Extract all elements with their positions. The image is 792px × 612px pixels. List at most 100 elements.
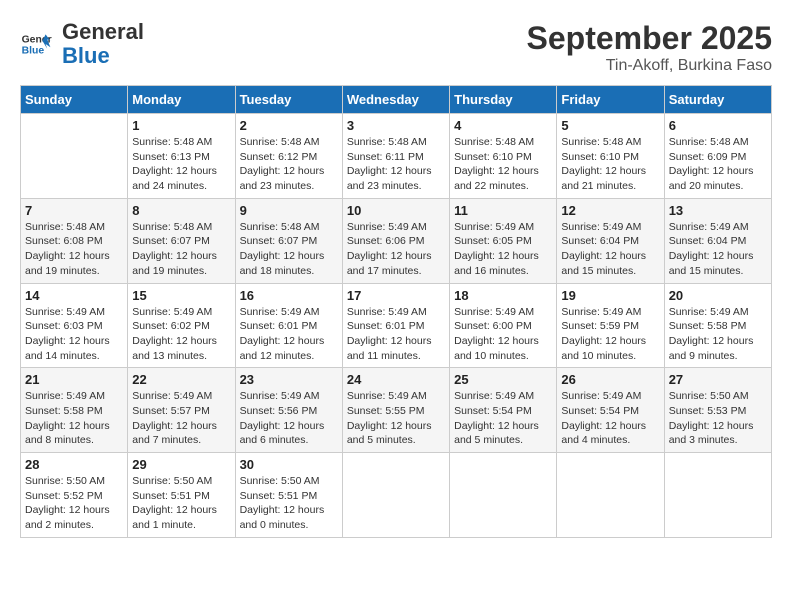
day-info: Sunrise: 5:49 AM Sunset: 6:01 PM Dayligh… <box>240 305 338 364</box>
calendar-cell: 28 Sunrise: 5:50 AM Sunset: 5:52 PM Dayli… <box>21 453 128 538</box>
calendar-cell <box>450 453 557 538</box>
day-info: Sunrise: 5:48 AM Sunset: 6:11 PM Dayligh… <box>347 135 445 194</box>
day-info: Sunrise: 5:49 AM Sunset: 5:58 PM Dayligh… <box>25 389 123 448</box>
day-number: 29 <box>132 457 230 472</box>
logo-text-blue: Blue <box>62 44 144 68</box>
day-info: Sunrise: 5:49 AM Sunset: 6:06 PM Dayligh… <box>347 220 445 279</box>
day-info: Sunrise: 5:49 AM Sunset: 6:02 PM Dayligh… <box>132 305 230 364</box>
day-of-week-header: Wednesday <box>342 86 449 114</box>
day-number: 20 <box>669 288 767 303</box>
location-title: Tin-Akoff, Burkina Faso <box>527 57 772 75</box>
calendar-cell: 18 Sunrise: 5:49 AM Sunset: 6:00 PM Dayli… <box>450 283 557 368</box>
calendar-header-row: SundayMondayTuesdayWednesdayThursdayFrid… <box>21 86 772 114</box>
day-number: 14 <box>25 288 123 303</box>
day-info: Sunrise: 5:48 AM Sunset: 6:10 PM Dayligh… <box>454 135 552 194</box>
calendar-cell: 29 Sunrise: 5:50 AM Sunset: 5:51 PM Dayli… <box>128 453 235 538</box>
day-info: Sunrise: 5:49 AM Sunset: 5:55 PM Dayligh… <box>347 389 445 448</box>
day-number: 16 <box>240 288 338 303</box>
day-of-week-header: Sunday <box>21 86 128 114</box>
day-number: 24 <box>347 372 445 387</box>
day-info: Sunrise: 5:49 AM Sunset: 6:05 PM Dayligh… <box>454 220 552 279</box>
day-number: 10 <box>347 203 445 218</box>
day-number: 27 <box>669 372 767 387</box>
day-number: 21 <box>25 372 123 387</box>
calendar-cell: 2Sunrise: 5:48 AM Sunset: 6:12 PM Daylig… <box>235 114 342 199</box>
day-number: 25 <box>454 372 552 387</box>
calendar-cell: 25 Sunrise: 5:49 AM Sunset: 5:54 PM Dayli… <box>450 368 557 453</box>
day-number: 15 <box>132 288 230 303</box>
day-of-week-header: Friday <box>557 86 664 114</box>
calendar-cell: 17Sunrise: 5:49 AM Sunset: 6:01 PM Dayli… <box>342 283 449 368</box>
calendar-cell: 6 Sunrise: 5:48 AM Sunset: 6:09 PM Daylig… <box>664 114 771 199</box>
calendar-cell: 26 Sunrise: 5:49 AM Sunset: 5:54 PM Dayli… <box>557 368 664 453</box>
day-of-week-header: Tuesday <box>235 86 342 114</box>
day-info: Sunrise: 5:48 AM Sunset: 6:10 PM Dayligh… <box>561 135 659 194</box>
day-of-week-header: Thursday <box>450 86 557 114</box>
day-number: 11 <box>454 203 552 218</box>
calendar-cell <box>342 453 449 538</box>
calendar-cell: 15 Sunrise: 5:49 AM Sunset: 6:02 PM Dayli… <box>128 283 235 368</box>
calendar-cell: 1Sunrise: 5:48 AM Sunset: 6:13 PM Daylig… <box>128 114 235 199</box>
day-info: Sunrise: 5:49 AM Sunset: 6:04 PM Dayligh… <box>669 220 767 279</box>
calendar-cell: 14Sunrise: 5:49 AM Sunset: 6:03 PM Dayli… <box>21 283 128 368</box>
day-info: Sunrise: 5:50 AM Sunset: 5:52 PM Dayligh… <box>25 474 123 533</box>
calendar-cell: 8Sunrise: 5:48 AM Sunset: 6:07 PM Daylig… <box>128 198 235 283</box>
day-info: Sunrise: 5:49 AM Sunset: 5:54 PM Dayligh… <box>561 389 659 448</box>
day-number: 3 <box>347 118 445 133</box>
day-info: Sunrise: 5:49 AM Sunset: 5:58 PM Dayligh… <box>669 305 767 364</box>
logo-icon: General Blue <box>20 28 52 60</box>
day-info: Sunrise: 5:49 AM Sunset: 5:57 PM Dayligh… <box>132 389 230 448</box>
day-info: Sunrise: 5:48 AM Sunset: 6:08 PM Dayligh… <box>25 220 123 279</box>
day-number: 19 <box>561 288 659 303</box>
day-info: Sunrise: 5:48 AM Sunset: 6:07 PM Dayligh… <box>132 220 230 279</box>
title-block: September 2025 Tin-Akoff, Burkina Faso <box>527 20 772 75</box>
day-number: 26 <box>561 372 659 387</box>
day-of-week-header: Monday <box>128 86 235 114</box>
calendar-cell: 5Sunrise: 5:48 AM Sunset: 6:10 PM Daylig… <box>557 114 664 199</box>
day-info: Sunrise: 5:49 AM Sunset: 6:00 PM Dayligh… <box>454 305 552 364</box>
calendar-cell: 27 Sunrise: 5:50 AM Sunset: 5:53 PM Dayli… <box>664 368 771 453</box>
calendar-cell: 30Sunrise: 5:50 AM Sunset: 5:51 PM Dayli… <box>235 453 342 538</box>
day-info: Sunrise: 5:49 AM Sunset: 5:56 PM Dayligh… <box>240 389 338 448</box>
day-number: 17 <box>347 288 445 303</box>
calendar-cell <box>664 453 771 538</box>
calendar-week-row: 21 Sunrise: 5:49 AM Sunset: 5:58 PM Dayli… <box>21 368 772 453</box>
calendar-cell: 13 Sunrise: 5:49 AM Sunset: 6:04 PM Dayli… <box>664 198 771 283</box>
calendar-cell: 22Sunrise: 5:49 AM Sunset: 5:57 PM Dayli… <box>128 368 235 453</box>
day-number: 30 <box>240 457 338 472</box>
calendar-cell: 4 Sunrise: 5:48 AM Sunset: 6:10 PM Daylig… <box>450 114 557 199</box>
calendar-cell: 19 Sunrise: 5:49 AM Sunset: 5:59 PM Dayli… <box>557 283 664 368</box>
day-number: 13 <box>669 203 767 218</box>
day-number: 6 <box>669 118 767 133</box>
calendar-cell: 9 Sunrise: 5:48 AM Sunset: 6:07 PM Daylig… <box>235 198 342 283</box>
calendar-week-row: 1Sunrise: 5:48 AM Sunset: 6:13 PM Daylig… <box>21 114 772 199</box>
day-info: Sunrise: 5:48 AM Sunset: 6:12 PM Dayligh… <box>240 135 338 194</box>
calendar-week-row: 28 Sunrise: 5:50 AM Sunset: 5:52 PM Dayli… <box>21 453 772 538</box>
calendar-cell: 23 Sunrise: 5:49 AM Sunset: 5:56 PM Dayli… <box>235 368 342 453</box>
day-number: 1 <box>132 118 230 133</box>
day-number: 12 <box>561 203 659 218</box>
day-info: Sunrise: 5:48 AM Sunset: 6:07 PM Dayligh… <box>240 220 338 279</box>
calendar-table: SundayMondayTuesdayWednesdayThursdayFrid… <box>20 85 772 538</box>
day-of-week-header: Saturday <box>664 86 771 114</box>
day-info: Sunrise: 5:50 AM Sunset: 5:53 PM Dayligh… <box>669 389 767 448</box>
calendar-cell: 7 Sunrise: 5:48 AM Sunset: 6:08 PM Daylig… <box>21 198 128 283</box>
logo-text-general: General <box>62 20 144 44</box>
calendar-cell <box>557 453 664 538</box>
day-info: Sunrise: 5:48 AM Sunset: 6:09 PM Dayligh… <box>669 135 767 194</box>
day-info: Sunrise: 5:49 AM Sunset: 5:54 PM Dayligh… <box>454 389 552 448</box>
calendar-cell: 21 Sunrise: 5:49 AM Sunset: 5:58 PM Dayli… <box>21 368 128 453</box>
day-info: Sunrise: 5:50 AM Sunset: 5:51 PM Dayligh… <box>132 474 230 533</box>
day-number: 28 <box>25 457 123 472</box>
day-number: 18 <box>454 288 552 303</box>
page-header: General Blue General Blue September 2025… <box>20 20 772 75</box>
calendar-cell: 24 Sunrise: 5:49 AM Sunset: 5:55 PM Dayli… <box>342 368 449 453</box>
svg-text:Blue: Blue <box>22 46 45 57</box>
day-number: 4 <box>454 118 552 133</box>
day-info: Sunrise: 5:49 AM Sunset: 5:59 PM Dayligh… <box>561 305 659 364</box>
calendar-week-row: 14Sunrise: 5:49 AM Sunset: 6:03 PM Dayli… <box>21 283 772 368</box>
day-number: 7 <box>25 203 123 218</box>
day-number: 23 <box>240 372 338 387</box>
logo: General Blue General Blue <box>20 20 144 68</box>
day-number: 9 <box>240 203 338 218</box>
